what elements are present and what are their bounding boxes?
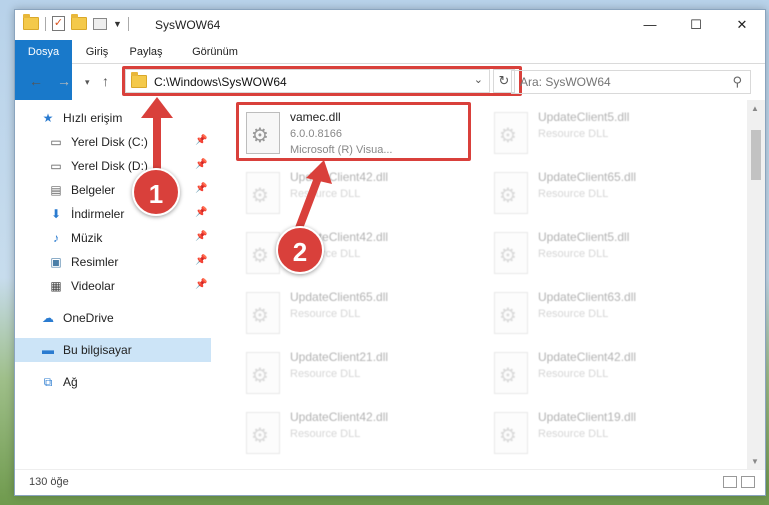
arrow-to-address: [141, 97, 173, 176]
step-badge-2: 2: [276, 226, 324, 274]
annotation-arrows: [141, 97, 332, 240]
arrow-to-file: [292, 160, 332, 240]
step-badge-1: 1: [132, 168, 180, 216]
